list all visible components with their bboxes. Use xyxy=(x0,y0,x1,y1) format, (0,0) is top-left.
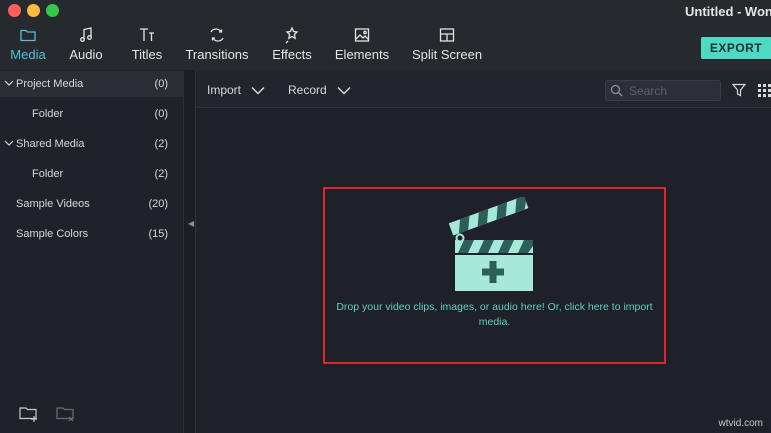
sidebar-item-count: (2) xyxy=(154,168,168,180)
tab-label: Media xyxy=(10,47,46,62)
sidebar-item-count: (0) xyxy=(154,108,168,120)
sidebar-item-label: Project Media xyxy=(16,78,84,90)
sidebar-item-count: (20) xyxy=(148,198,168,210)
sidebar-item-label: Folder xyxy=(32,108,64,120)
sidebar-item-count: (15) xyxy=(148,228,168,240)
import-drop-zone[interactable]: Drop your video clips, images, or audio … xyxy=(323,187,666,364)
tab-audio[interactable]: Audio xyxy=(66,26,106,70)
record-dropdown[interactable]: Record xyxy=(288,83,351,97)
media-library-sidebar: Project Media (0) Folder (0) Shared Medi… xyxy=(0,70,184,433)
new-folder-icon[interactable] xyxy=(19,405,39,423)
title-bar: Untitled - Wondershare Filmora xyxy=(0,0,771,22)
sidebar-item-sample-videos[interactable]: Sample Videos (20) xyxy=(0,191,184,217)
watermark: wtvid.com xyxy=(718,418,763,429)
folder-icon xyxy=(20,29,36,42)
sidebar-item-project-media[interactable]: Project Media (0) xyxy=(0,71,184,97)
transitions-icon xyxy=(210,28,224,42)
minimize-window-button[interactable] xyxy=(27,4,40,17)
sidebar-item-folder[interactable]: Folder (0) xyxy=(0,101,184,127)
effects-icon xyxy=(285,26,299,44)
sidebar-item-label: Sample Colors xyxy=(16,228,89,240)
image-icon xyxy=(354,28,370,42)
collapse-panel-icon[interactable]: ◀ xyxy=(188,219,194,228)
sidebar-item-folder[interactable]: Folder (2) xyxy=(0,161,184,187)
tab-label: Audio xyxy=(69,47,103,62)
sidebar-item-count: (0) xyxy=(154,78,168,90)
tab-effects[interactable]: Effects xyxy=(269,26,315,70)
delete-folder-icon[interactable] xyxy=(56,405,76,423)
tab-label: Elements xyxy=(334,47,390,62)
sidebar-item-count: (2) xyxy=(154,138,168,150)
search-box[interactable] xyxy=(605,80,721,101)
sidebar-item-label: Folder xyxy=(32,168,64,180)
sidebar-item-sample-colors[interactable]: Sample Colors (15) xyxy=(0,221,184,247)
text-icon xyxy=(140,28,154,41)
search-icon xyxy=(610,84,623,97)
search-input[interactable] xyxy=(627,82,717,99)
panel-divider[interactable] xyxy=(184,70,196,433)
chevron-down-icon[interactable] xyxy=(4,140,14,147)
sidebar-item-label: Shared Media xyxy=(16,138,85,150)
drop-zone-instructions[interactable]: Drop your video clips, images, or audio … xyxy=(335,300,654,330)
main-toolbar: Media Audio Titles Transitions Effects E… xyxy=(0,22,771,70)
chevron-down-icon xyxy=(337,86,351,95)
export-button[interactable]: EXPORT xyxy=(701,37,771,59)
sidebar-item-label: Sample Videos xyxy=(16,198,90,210)
music-note-icon xyxy=(80,27,92,42)
media-toolbar: Import Record xyxy=(197,70,771,108)
tab-label: Transitions xyxy=(185,47,249,62)
close-window-button[interactable] xyxy=(8,4,21,17)
tab-media[interactable]: Media xyxy=(6,26,50,70)
chevron-down-icon xyxy=(251,86,265,95)
window-title: Untitled - Wondershare Filmora xyxy=(685,4,771,19)
tab-label: Split Screen xyxy=(411,47,483,62)
split-screen-icon xyxy=(439,28,455,42)
tab-elements[interactable]: Elements xyxy=(332,26,392,70)
chevron-down-icon[interactable] xyxy=(4,80,14,87)
clapperboard-add-icon xyxy=(448,197,533,291)
sidebar-item-shared-media[interactable]: Shared Media (2) xyxy=(0,131,184,157)
filter-icon[interactable] xyxy=(732,83,746,97)
tab-split-screen[interactable]: Split Screen xyxy=(409,26,485,70)
record-label: Record xyxy=(288,83,327,97)
import-dropdown[interactable]: Import xyxy=(207,83,265,97)
tab-label: Titles xyxy=(131,47,163,62)
import-label: Import xyxy=(207,83,242,97)
tab-label: Effects xyxy=(272,47,312,62)
tab-titles[interactable]: Titles xyxy=(127,26,167,70)
zoom-window-button[interactable] xyxy=(46,4,59,17)
grid-view-icon[interactable] xyxy=(758,84,771,97)
tab-transitions[interactable]: Transitions xyxy=(183,26,251,70)
